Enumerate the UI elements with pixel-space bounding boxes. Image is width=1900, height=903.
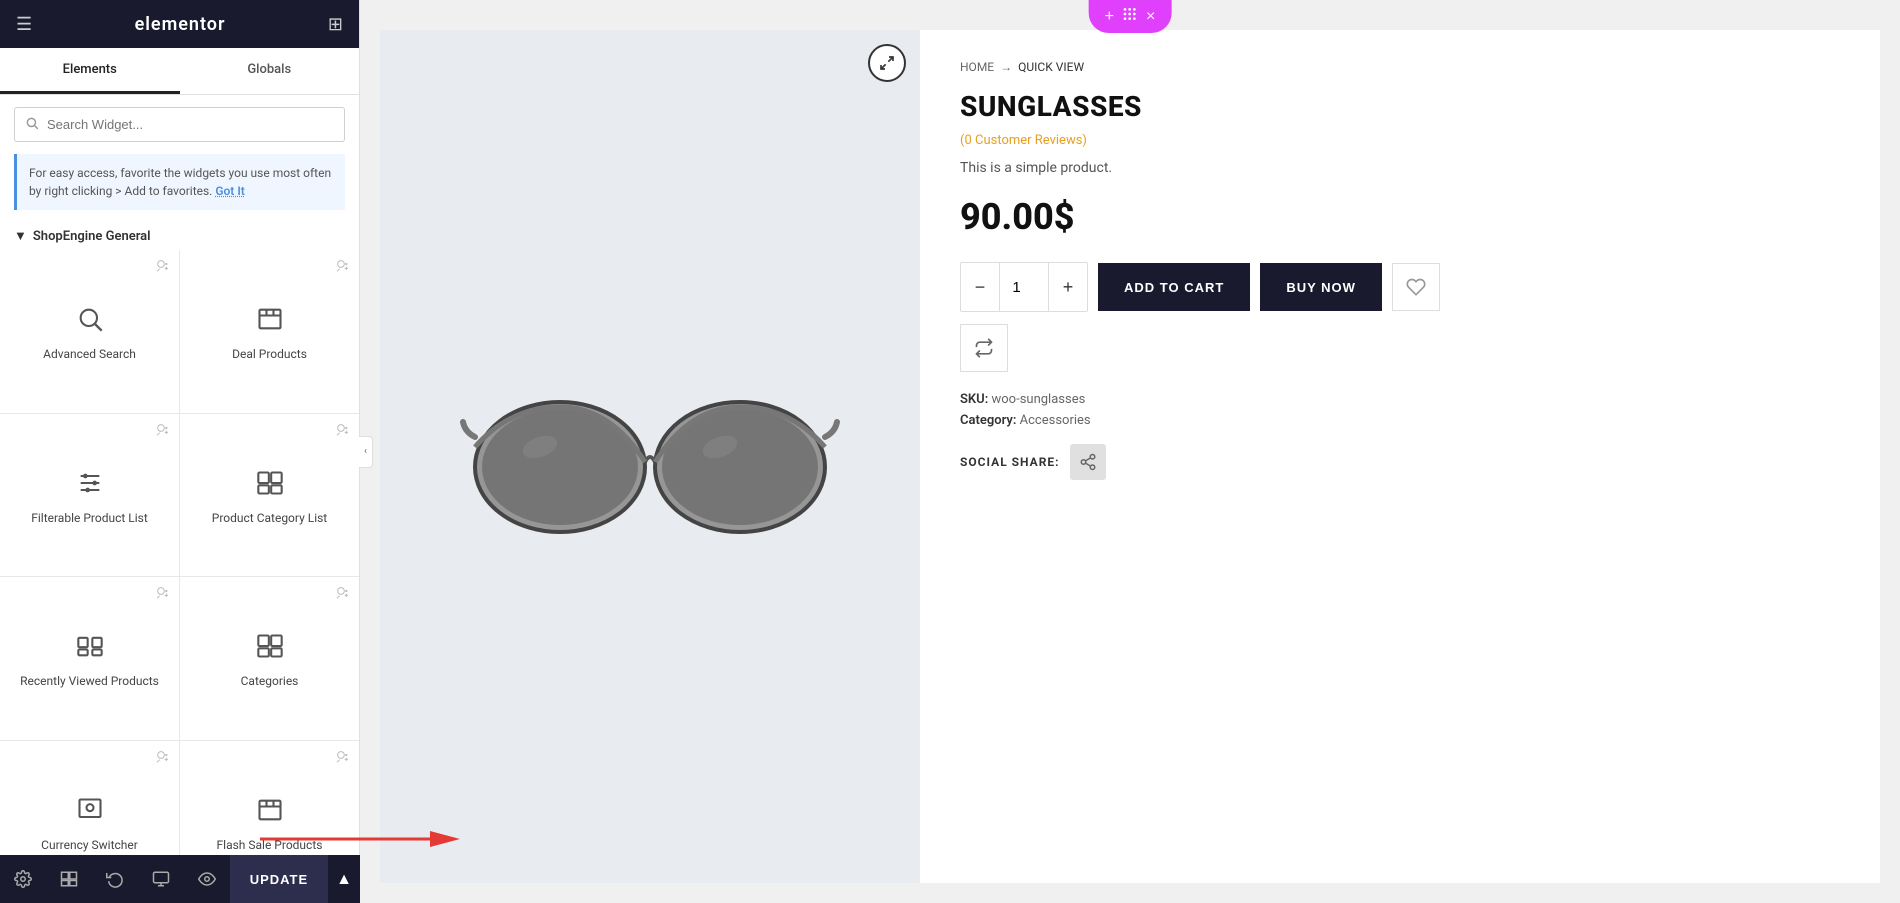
product-category: Category: Accessories <box>960 413 1840 428</box>
compare-button[interactable] <box>960 324 1008 372</box>
widget-badge <box>335 585 351 605</box>
recently-viewed-label: Recently Viewed Products <box>20 674 159 688</box>
social-share-label: SOCIAL SHARE: <box>960 455 1060 469</box>
widgets-grid: Advanced Search Deal Products Filterable… <box>0 250 359 903</box>
sidebar: ☰ elementor ⊞ Elements Globals For easy … <box>0 0 360 903</box>
widget-badge <box>155 258 171 278</box>
toolbar-chevron-icon[interactable]: ▲ <box>328 869 360 889</box>
widget-badge <box>335 422 351 442</box>
quantity-decrease-button[interactable]: − <box>961 263 999 311</box>
product-page: HOME → QUICK VIEW SUNGLASSES (0 Customer… <box>380 30 1880 883</box>
quantity-control: − 1 + <box>960 262 1088 312</box>
got-it-link[interactable]: Got It <box>215 184 244 198</box>
social-share-icon[interactable] <box>1070 444 1106 480</box>
elementor-logo: elementor <box>135 14 226 35</box>
expand-image-button[interactable] <box>868 44 906 82</box>
category-label: Category: <box>960 413 1016 428</box>
product-title: SUNGLASSES <box>960 90 1840 123</box>
breadcrumb-arrow: → <box>1000 60 1012 74</box>
main-area: + × <box>360 0 1900 903</box>
widget-badge <box>335 258 351 278</box>
bottom-toolbar: UPDATE ▲ <box>0 855 360 903</box>
currency-switcher-label: Currency Switcher <box>41 838 138 852</box>
sidebar-collapse-button[interactable]: ‹ <box>359 436 373 468</box>
buy-now-button[interactable]: BUY NOW <box>1260 263 1382 311</box>
product-price: 90.00$ <box>960 196 1840 238</box>
layers-toolbar-button[interactable] <box>46 855 92 903</box>
product-details: HOME → QUICK VIEW SUNGLASSES (0 Customer… <box>920 30 1880 883</box>
widget-badge <box>155 585 171 605</box>
top-float-bar: + × <box>1089 0 1172 33</box>
deal-products-icon <box>256 305 284 339</box>
sku-value: woo-sunglasses <box>992 392 1086 407</box>
sku-label: SKU: <box>960 392 988 407</box>
add-to-cart-row: − 1 + ADD TO CART BUY NOW <box>960 262 1840 312</box>
preview-toolbar-button[interactable] <box>184 855 230 903</box>
social-share-row: SOCIAL SHARE: <box>960 444 1840 480</box>
product-sku: SKU: woo-sunglasses <box>960 392 1840 407</box>
widget-categories[interactable]: Categories <box>180 577 359 740</box>
flash-sale-icon <box>256 796 284 830</box>
search-box[interactable] <box>14 107 345 142</box>
widget-recently-viewed[interactable]: Recently Viewed Products <box>0 577 179 740</box>
filterable-list-icon <box>76 469 104 503</box>
product-category-list-label: Product Category List <box>212 511 327 525</box>
info-banner-text: For easy access, favorite the widgets yo… <box>29 166 331 198</box>
info-banner: For easy access, favorite the widgets yo… <box>14 154 345 210</box>
section-title: ▼ ShopEngine General <box>0 220 359 250</box>
hamburger-icon[interactable]: ☰ <box>16 14 32 35</box>
move-section-button[interactable] <box>1122 6 1138 27</box>
product-description: This is a simple product. <box>960 160 1840 176</box>
product-category-icon <box>256 469 284 503</box>
breadcrumb-home[interactable]: HOME <box>960 60 994 74</box>
close-section-button[interactable]: × <box>1146 8 1155 26</box>
collapse-icon: ▼ <box>14 228 27 244</box>
widget-badge <box>335 749 351 769</box>
quantity-increase-button[interactable]: + <box>1049 263 1087 311</box>
tab-globals[interactable]: Globals <box>180 48 360 94</box>
filterable-product-list-label: Filterable Product List <box>31 511 148 525</box>
tab-elements[interactable]: Elements <box>0 48 180 94</box>
category-value: Accessories <box>1020 413 1091 428</box>
settings-toolbar-button[interactable] <box>0 855 46 903</box>
product-image <box>460 317 840 597</box>
sidebar-header: ☰ elementor ⊞ <box>0 0 359 48</box>
responsive-toolbar-button[interactable] <box>138 855 184 903</box>
widget-advanced-search[interactable]: Advanced Search <box>0 250 179 413</box>
widget-deal-products[interactable]: Deal Products <box>180 250 359 413</box>
section-title-text: ShopEngine General <box>33 229 151 244</box>
categories-icon <box>256 632 284 666</box>
widget-product-category-list[interactable]: Product Category List <box>180 414 359 577</box>
deal-products-label: Deal Products <box>232 347 307 361</box>
compare-row <box>960 324 1840 372</box>
red-arrow-indicator <box>260 827 460 851</box>
add-to-cart-button[interactable]: ADD TO CART <box>1098 263 1250 311</box>
product-reviews[interactable]: (0 Customer Reviews) <box>960 133 1840 148</box>
search-input[interactable] <box>47 117 334 132</box>
widget-badge <box>155 749 171 769</box>
breadcrumb-current: QUICK VIEW <box>1018 60 1084 74</box>
widget-badge <box>155 422 171 442</box>
update-button[interactable]: UPDATE <box>230 855 328 903</box>
sidebar-search-container <box>0 95 359 154</box>
widget-filterable-product-list[interactable]: Filterable Product List <box>0 414 179 577</box>
breadcrumb: HOME → QUICK VIEW <box>960 60 1840 74</box>
product-image-area <box>380 30 920 883</box>
advanced-search-label: Advanced Search <box>43 347 136 361</box>
search-icon <box>25 115 39 134</box>
advanced-search-icon <box>76 305 104 339</box>
sidebar-tabs: Elements Globals <box>0 48 359 95</box>
grid-icon[interactable]: ⊞ <box>328 14 343 35</box>
add-section-button[interactable]: + <box>1105 8 1114 26</box>
recently-viewed-icon <box>76 632 104 666</box>
currency-switcher-icon <box>76 796 104 830</box>
history-toolbar-button[interactable] <box>92 855 138 903</box>
quantity-input[interactable]: 1 <box>999 263 1049 311</box>
wishlist-button[interactable] <box>1392 263 1440 311</box>
categories-label: Categories <box>241 674 299 688</box>
